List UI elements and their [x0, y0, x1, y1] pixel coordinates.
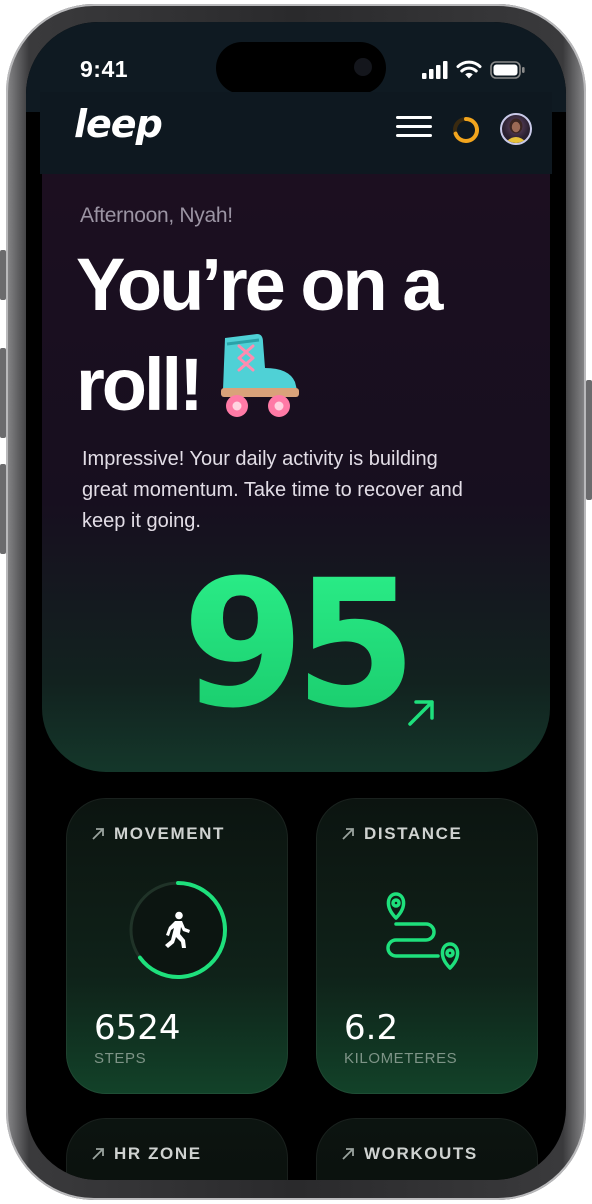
distance-value: 6.2: [344, 1008, 399, 1048]
status-icons: [422, 60, 526, 79]
movement-card[interactable]: MOVEMENT 6524 STEPS: [66, 798, 288, 1094]
cellular-signal-icon: [422, 60, 448, 79]
status-time: 9:41: [80, 56, 129, 82]
headline-line-2: roll!: [76, 343, 204, 426]
steps-value: 6524: [94, 1008, 181, 1048]
avatar[interactable]: [500, 113, 532, 145]
steps-unit: STEPS: [94, 1050, 147, 1067]
power-button: [586, 380, 592, 500]
card-title: MOVEMENT: [114, 824, 226, 843]
arrow-up-right-icon: [92, 828, 104, 840]
hero-description: Impressive! Your daily activity is build…: [82, 448, 463, 532]
action-button: [0, 250, 6, 300]
distance-unit: KILOMETERES: [344, 1050, 458, 1067]
card-title: DISTANCE: [364, 824, 463, 843]
menu-button[interactable]: [396, 116, 432, 142]
front-camera-icon: [354, 58, 372, 76]
menu-icon: [396, 116, 432, 119]
screen: 9:41 leep Afternoon, Nyah! You’re on a r…: [26, 22, 566, 1180]
activity-ring-icon[interactable]: [452, 116, 480, 144]
roller-skate-icon: [220, 334, 299, 417]
card-title: HR ZONE: [114, 1144, 202, 1163]
phone-frame: 9:41 leep Afternoon, Nyah! You’re on a r…: [0, 4, 592, 1200]
headline-line-1: You’re on a: [76, 243, 443, 326]
steps-progress-ring: [129, 881, 227, 979]
greeting: Afternoon, Nyah!: [80, 204, 233, 227]
trend-up-arrow-icon: [408, 700, 434, 726]
activity-score: 95: [182, 542, 417, 747]
app-logo[interactable]: leep: [74, 102, 163, 146]
card-title: WORKOUTS: [364, 1144, 478, 1163]
arrow-up-right-icon: [92, 1148, 104, 1160]
dynamic-island: [216, 42, 386, 94]
route-icon: [386, 892, 460, 970]
page-title: You’re on a roll!: [76, 242, 516, 428]
volume-down-button: [0, 464, 6, 554]
hr-zone-card[interactable]: HR ZONE: [66, 1118, 288, 1180]
workouts-card[interactable]: WORKOUTS: [316, 1118, 538, 1180]
arrow-up-right-icon: [342, 828, 354, 840]
user-photo-icon: [505, 118, 527, 143]
battery-icon: [490, 60, 525, 79]
arrow-up-right-icon: [342, 1148, 354, 1160]
distance-card[interactable]: DISTANCE 6.2 KILOMETERES: [316, 798, 538, 1094]
volume-up-button: [0, 348, 6, 438]
wifi-icon: [456, 60, 482, 79]
